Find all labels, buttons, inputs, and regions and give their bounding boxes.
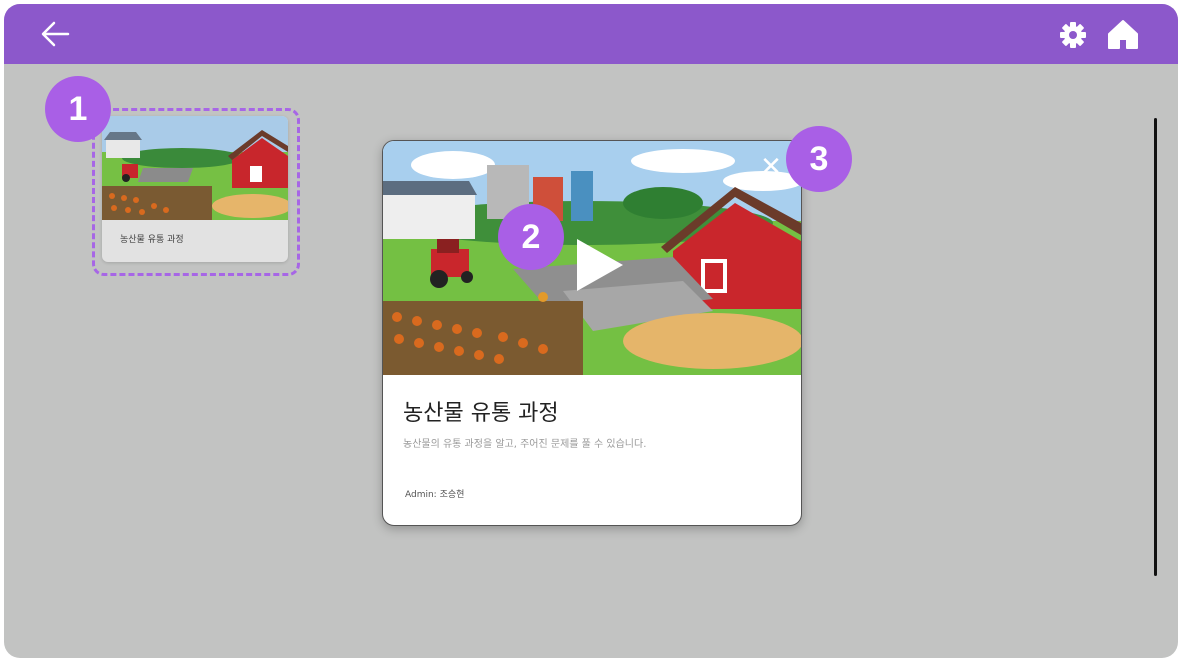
- close-button[interactable]: ✕: [757, 153, 785, 181]
- step-marker-2: 2: [498, 204, 564, 270]
- app-frame: 농산물 유통 과정 ✕ 농산물 유통 과정 농산물의 유통 과정을 알고, 주어…: [4, 4, 1178, 658]
- back-button[interactable]: [38, 18, 74, 50]
- scrollbar[interactable]: [1154, 118, 1157, 576]
- play-button[interactable]: [573, 237, 625, 293]
- modal-description: 농산물의 유통 과정을 알고, 주어진 문제를 풀 수 있습니다.: [403, 439, 647, 450]
- arrow-left-icon: [41, 21, 70, 47]
- settings-button[interactable]: [1058, 20, 1088, 50]
- step-marker-3: 3: [786, 126, 852, 192]
- thumbnail-label: 농산물 유통 과정: [120, 235, 184, 245]
- top-bar: [4, 4, 1178, 64]
- thumbnail-image: [102, 116, 288, 220]
- play-icon: [577, 239, 623, 291]
- content-detail-modal: ✕ 농산물 유통 과정 농산물의 유통 과정을 알고, 주어진 문제를 풀 수 …: [382, 140, 802, 526]
- close-icon: ✕: [760, 152, 782, 182]
- modal-title: 농산물 유통 과정: [403, 401, 559, 426]
- gear-icon: [1060, 22, 1086, 48]
- home-button[interactable]: [1106, 18, 1140, 50]
- home-icon: [1108, 20, 1138, 49]
- step-marker-1: 1: [45, 76, 111, 142]
- modal-admin: Admin: 조승현: [405, 490, 465, 500]
- content-card-thumbnail[interactable]: 농산물 유통 과정: [102, 116, 288, 262]
